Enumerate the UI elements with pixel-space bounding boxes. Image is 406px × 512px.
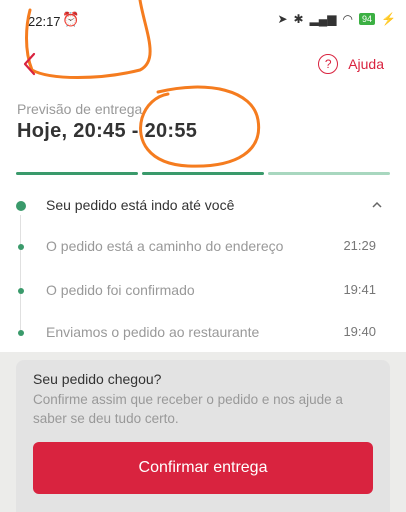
timeline-step: Enviamos o pedido ao restaurante 19:40 <box>0 322 406 346</box>
delivery-progress <box>16 172 390 175</box>
delivery-forecast-label: Previsão de entrega <box>17 101 143 117</box>
timeline-line <box>20 215 21 335</box>
progress-segment-3 <box>268 172 390 175</box>
timeline-current-label: Seu pedido está indo até você <box>46 197 235 213</box>
confirm-delivery-card: Seu pedido chegou? Confirme assim que re… <box>16 360 390 512</box>
progress-segment-1 <box>16 172 138 175</box>
progress-segment-2 <box>142 172 264 175</box>
help-label: Ajuda <box>348 56 384 72</box>
confirm-delivery-button[interactable]: Confirmar entrega <box>33 442 373 494</box>
location-icon: ➤ <box>277 12 288 26</box>
timeline-step-time: 21:29 <box>343 238 376 253</box>
card-description: Confirme assim que receber o pedido e no… <box>33 392 343 426</box>
status-icons: ➤ ✱ ▂▄▆ ◠ 94 ⚡ <box>277 12 396 26</box>
timeline-step-time: 19:41 <box>343 282 376 297</box>
delivery-forecast-time: Hoje, 20:45 - 20:55 <box>17 120 198 142</box>
card-title: Seu pedido chegou? <box>33 371 162 387</box>
timeline-step-time: 19:40 <box>343 324 376 339</box>
back-arrow-icon[interactable] <box>18 50 42 78</box>
chevron-up-icon[interactable] <box>372 200 382 210</box>
help-icon: ? <box>318 54 339 74</box>
alarm-icon: ⏰ <box>62 11 80 27</box>
timeline-current-step[interactable]: Seu pedido está indo até você <box>0 192 406 218</box>
timeline-dot <box>18 330 24 336</box>
wifi-icon: ◠ <box>342 12 354 26</box>
timeline-dot <box>18 288 24 294</box>
status-dot-current <box>16 201 26 211</box>
timeline-step: O pedido foi confirmado 19:41 <box>0 280 406 304</box>
status-time: 22:17 <box>28 14 61 29</box>
timeline-step-label: O pedido está a caminho do endereço <box>46 238 284 254</box>
timeline-step-label: Enviamos o pedido ao restaurante <box>46 324 260 340</box>
charging-icon: ⚡ <box>381 12 396 26</box>
status-bar: 22:17 ⏰ ➤ ✱ ▂▄▆ ◠ 94 ⚡ <box>0 0 406 40</box>
battery-icon: 94 <box>359 13 376 25</box>
timeline-step: O pedido está a caminho do endereço 21:2… <box>0 236 406 260</box>
signal-icon: ▂▄▆ <box>309 12 337 26</box>
help-button[interactable]: ? Ajuda <box>318 54 384 74</box>
timeline-dot <box>18 244 24 250</box>
timeline-step-label: O pedido foi confirmado <box>46 282 195 298</box>
bluetooth-icon: ✱ <box>293 12 304 26</box>
